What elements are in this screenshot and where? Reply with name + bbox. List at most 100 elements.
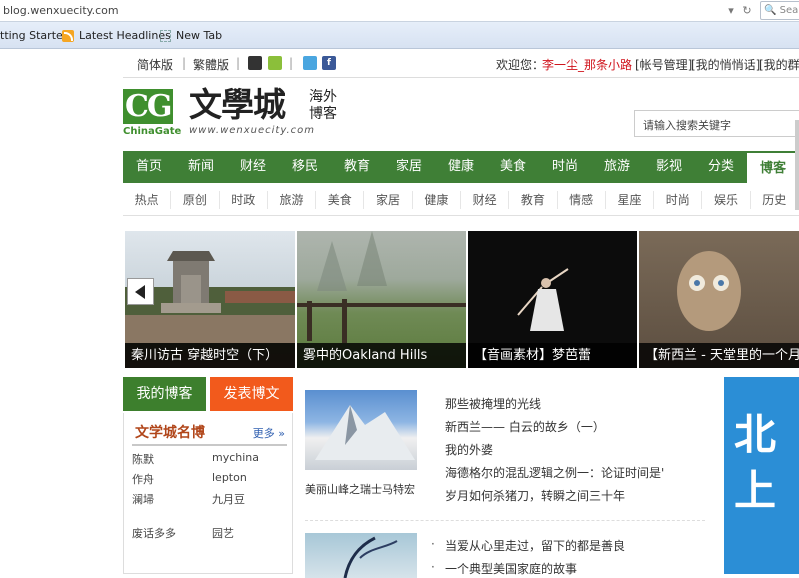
article-link[interactable]: 一个典型美国家庭的故事 <box>431 560 577 577</box>
article-link[interactable]: 我的外婆 <box>445 441 705 458</box>
nav-item[interactable]: 新闻 <box>175 151 227 183</box>
blogger-link[interactable]: 九月豆 <box>212 491 245 507</box>
lang-simplified-link[interactable]: 简体版 <box>137 56 173 73</box>
slide-2[interactable]: 雾中的Oakland Hills <box>297 231 466 368</box>
thumbnail-caption[interactable]: 美丽山峰之瑞士马特宏 <box>305 481 433 497</box>
subnav-item[interactable]: 娱乐 <box>702 191 751 209</box>
side-advertisement[interactable]: 北 上 <box>724 377 799 574</box>
nav-item[interactable]: 美食 <box>487 151 539 183</box>
lang-traditional-link[interactable]: 繁體版 <box>193 56 229 73</box>
nav-item[interactable]: 财经 <box>227 151 279 183</box>
nav-item[interactable]: 时尚 <box>539 151 591 183</box>
username-link[interactable]: 李一尘_那条小路 <box>542 56 632 73</box>
foggy-hills-image <box>297 231 466 343</box>
article-link[interactable]: 当爱从心里走过，留下的都是善良 <box>431 537 625 554</box>
groups-link[interactable]: [我的群 <box>759 56 799 73</box>
article-link[interactable]: 岁月如何杀猪刀，转瞬之间三十年 <box>445 487 705 504</box>
my-blog-button[interactable]: 我的博客 <box>123 377 206 411</box>
painting-image <box>343 536 398 578</box>
subnav-item[interactable]: 家居 <box>364 191 413 209</box>
blogger-link[interactable]: 澜埽 <box>132 491 154 507</box>
bookmark-latest-headlines[interactable]: Latest Headlines <box>62 29 171 42</box>
gollum-sculpture-image <box>677 251 741 331</box>
main-nav: 首页 新闻 财经 移民 教育 家居 健康 美食 时尚 旅游 影视 分类 博客 <box>123 151 799 183</box>
subnav-item[interactable]: 时尚 <box>654 191 703 209</box>
subnav-item[interactable]: 热点 <box>123 191 172 209</box>
slide-caption: 雾中的Oakland Hills <box>297 343 466 368</box>
article-link[interactable]: 新西兰—— 白云的故乡（一） <box>445 418 705 435</box>
browser-search-field[interactable]: 🔍 Sea <box>760 1 799 20</box>
subnav-item[interactable]: 历史 <box>751 191 799 209</box>
subnav-item[interactable]: 旅游 <box>268 191 317 209</box>
nav-item[interactable]: 移民 <box>279 151 331 183</box>
more-link[interactable]: 更多 » <box>253 425 285 441</box>
blogger-link[interactable]: lepton <box>212 471 247 484</box>
divider <box>305 520 705 521</box>
search-icon: 🔍 <box>764 5 777 16</box>
subnav-item[interactable]: 原创 <box>171 191 220 209</box>
nav-item[interactable]: 首页 <box>123 151 175 183</box>
site-search-input[interactable]: 请输入搜索关键字 <box>634 110 799 137</box>
page-icon <box>160 29 171 42</box>
photo-carousel[interactable]: 秦川访古 穿越时空（下） 雾中的Oakland Hills 【音画素材】梦芭蕾 … <box>125 231 799 368</box>
messages-link[interactable]: [我的悄悄话] <box>691 56 760 73</box>
cg-logo-mark: CG <box>123 89 173 124</box>
subnav-item[interactable]: 健康 <box>413 191 461 209</box>
blogger-link[interactable]: 园艺 <box>212 525 234 541</box>
wenxuecity-logotype: 文學城 <box>189 85 286 124</box>
nav-item[interactable]: 分类 <box>695 151 747 183</box>
subnav-item[interactable]: 教育 <box>509 191 558 209</box>
famous-blogs-title: 文学城名博 <box>135 425 205 441</box>
art-thumbnail[interactable] <box>305 533 417 578</box>
mountain-image <box>315 405 415 460</box>
logo-url: www.wenxuecity.com <box>189 125 316 136</box>
nav-item[interactable]: 旅游 <box>591 151 643 183</box>
article-link[interactable]: 海德格尔的混乱逻辑之例一：论证时间是' <box>445 464 705 481</box>
sub-nav: 热点 原创 时政 旅游 美食 家居 健康 财经 教育 情感 星座 时尚 娱乐 历史 <box>123 183 799 216</box>
logo-tagline: 海外 博客 <box>309 89 337 122</box>
site-top-strip: 简体版 | 繁體版 | | f 欢迎您： 李一尘_那条小路 [帐号管理] [我的… <box>123 50 799 78</box>
blogger-link[interactable]: mychina <box>212 451 259 464</box>
famous-blogs-header: 文学城名博 更多 » <box>132 418 287 446</box>
subnav-item[interactable]: 财经 <box>461 191 510 209</box>
article-link[interactable]: 那些被掩埋的光线 <box>445 395 705 412</box>
bookmarks-toolbar: tting Started Latest Headlines New Tab <box>0 22 799 49</box>
scrollbar[interactable] <box>795 120 799 210</box>
nav-item[interactable]: 健康 <box>435 151 487 183</box>
slide-caption: 【音画素材】梦芭蕾 <box>468 343 637 368</box>
reload-icon[interactable]: ↻ <box>738 1 756 21</box>
blogger-link[interactable]: 陈默 <box>132 451 154 467</box>
welcome-text: 欢迎您： <box>496 58 545 72</box>
bookmark-new-tab[interactable]: New Tab <box>160 29 222 42</box>
subnav-item[interactable]: 星座 <box>606 191 655 209</box>
apple-icon[interactable] <box>248 56 262 70</box>
nav-item[interactable]: 博客 <box>747 151 799 183</box>
bookmark-getting-started[interactable]: tting Started <box>0 29 70 42</box>
matterhorn-thumbnail[interactable] <box>305 390 417 470</box>
facebook-icon[interactable]: f <box>322 56 336 70</box>
subnav-item[interactable]: 情感 <box>558 191 606 209</box>
slide-caption: 秦川访古 穿越时空（下） <box>125 343 295 368</box>
url-text[interactable]: blog.wenxuecity.com <box>3 4 119 17</box>
post-blog-button[interactable]: 发表博文 <box>210 377 293 411</box>
blogger-link[interactable]: 作舟 <box>132 471 154 487</box>
nav-item[interactable]: 影视 <box>643 151 695 183</box>
chinagate-text: ChinaGate <box>123 126 182 137</box>
ballerina-image <box>517 268 569 331</box>
subnav-item[interactable]: 时政 <box>220 191 268 209</box>
slide-caption: 【新西兰 - 天堂里的一个月 <box>639 343 799 368</box>
account-link[interactable]: [帐号管理] <box>635 56 692 73</box>
twitter-icon[interactable] <box>303 56 317 70</box>
nav-item[interactable]: 家居 <box>383 151 435 183</box>
slide-4[interactable]: 【新西兰 - 天堂里的一个月 <box>639 231 799 368</box>
famous-blogs-panel: 文学城名博 更多 » 陈默 mychina 作舟 lepton 澜埽 九月豆废话多多 园艺 <box>123 413 293 574</box>
blogger-link[interactable]: 废话多多 <box>132 525 176 541</box>
subnav-item[interactable]: 美食 <box>316 191 365 209</box>
main-content: 美丽山峰之瑞士马特宏 那些被掩埋的光线新西兰—— 白云的故乡（一） 我的外婆海德格… <box>305 390 705 578</box>
android-icon[interactable] <box>268 56 282 70</box>
carousel-prev-arrow-icon[interactable] <box>127 278 154 305</box>
slide-3[interactable]: 【音画素材】梦芭蕾 <box>468 231 637 368</box>
site-logo[interactable]: CG ChinaGate 文學城 www.wenxuecity.com 海外 博客 <box>123 85 348 140</box>
browser-address-bar[interactable]: blog.wenxuecity.com ▾ ↻ 🔍 Sea <box>0 0 799 22</box>
nav-item[interactable]: 教育 <box>331 151 383 183</box>
